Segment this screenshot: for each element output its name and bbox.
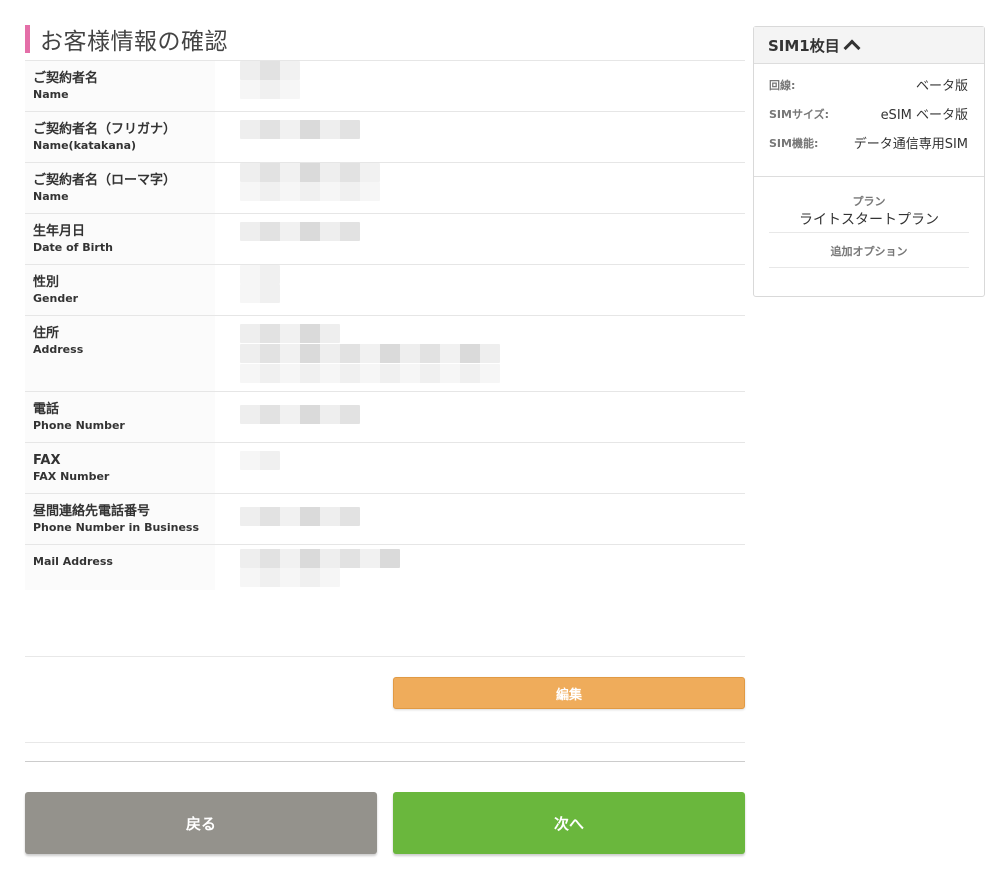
- row-label: 性別 Gender: [25, 265, 215, 315]
- redaction-block: [240, 265, 280, 284]
- page-title: お客様情報の確認: [25, 22, 745, 56]
- redacted-value: [215, 443, 745, 493]
- title-accent-bar: [25, 25, 30, 53]
- info-row-name: ご契約者名 Name: [25, 60, 745, 111]
- plan-label: プラン: [852, 195, 886, 208]
- redaction-block: [240, 284, 280, 303]
- redaction-block: [240, 507, 360, 526]
- label-ja: 性別: [33, 275, 60, 290]
- redaction-block: [240, 163, 380, 182]
- redaction-block: [240, 80, 300, 99]
- label-ja: 住所: [33, 326, 60, 341]
- customer-info-section: お客様情報の確認 ご契約者名 Name ご契約者名（フリガナ） Name(kat…: [25, 22, 745, 590]
- info-row-business-phone: 昼間連絡先電話番号 Phone Number in Business: [25, 493, 745, 544]
- label-ja: 生年月日: [33, 224, 86, 239]
- row-label: Mail Address: [25, 545, 215, 590]
- redaction-block: [240, 222, 360, 241]
- info-row-phone: 電話 Phone Number: [25, 391, 745, 442]
- label-en: Name: [33, 88, 69, 101]
- label-ja: FAX: [33, 453, 61, 468]
- row-label: ご契約者名（ローマ字） Name: [25, 163, 215, 213]
- edit-area: 編集: [25, 656, 745, 743]
- label-en: Mail Address: [33, 555, 113, 568]
- spec-value: ベータ版: [915, 79, 968, 94]
- sim-specs: 回線: ベータ版 SIMサイズ: eSIM ベータ版 SIM機能: データ通信専…: [754, 64, 984, 177]
- next-button[interactable]: 次へ: [393, 792, 745, 854]
- label-en: Phone Number in Business: [33, 521, 200, 534]
- redaction-block: [240, 120, 360, 139]
- info-row-mail: Mail Address: [25, 544, 745, 590]
- label-ja: ご契約者名: [33, 71, 99, 86]
- label-ja: 昼間連絡先電話番号: [33, 504, 151, 519]
- spec-key: 回線:: [769, 78, 796, 92]
- redaction-block: [240, 182, 380, 201]
- sim-panel-title: SIM1枚目: [768, 36, 840, 55]
- row-label: 住所 Address: [25, 316, 215, 391]
- redacted-value: [215, 265, 745, 315]
- redaction-block: [240, 344, 500, 363]
- row-label: 生年月日 Date of Birth: [25, 214, 215, 264]
- redaction-block: [240, 568, 340, 587]
- spec-row-line: 回線: ベータ版: [769, 70, 968, 99]
- info-row-fax: FAX FAX Number: [25, 442, 745, 493]
- label-en: Name(katakana): [33, 139, 137, 152]
- spec-value: データ通信専用SIM: [853, 137, 968, 152]
- redaction-block: [240, 364, 500, 383]
- option-label: 追加オプション: [769, 233, 969, 268]
- plan-section: プラン ライトスタートプラン 追加オプション: [754, 177, 984, 268]
- row-label: 電話 Phone Number: [25, 392, 215, 442]
- spec-key: SIM機能:: [769, 136, 819, 150]
- redacted-value: [215, 392, 745, 442]
- redaction-block: [240, 324, 340, 343]
- chevron-up-icon[interactable]: [843, 39, 861, 57]
- label-en: Gender: [33, 292, 79, 305]
- label-en: Date of Birth: [33, 241, 113, 254]
- edit-button[interactable]: 編集: [393, 677, 745, 709]
- redacted-value: [215, 112, 745, 162]
- redaction-block: [240, 61, 300, 80]
- sim-summary-panel: SIM1枚目 回線: ベータ版 SIMサイズ: eSIM ベータ版 SIM機能:…: [753, 26, 985, 297]
- row-label: ご契約者名（フリガナ） Name(katakana): [25, 112, 215, 162]
- redacted-value: [215, 545, 745, 590]
- redacted-value: [215, 494, 745, 544]
- redaction-block: [240, 405, 360, 424]
- row-label: ご契約者名 Name: [25, 61, 215, 111]
- row-label: FAX FAX Number: [25, 443, 215, 493]
- spec-row-function: SIM機能: データ通信専用SIM: [769, 128, 968, 157]
- redacted-value: [215, 214, 745, 264]
- label-en: Phone Number: [33, 419, 125, 432]
- label-en: FAX Number: [33, 470, 110, 483]
- label-ja: ご契約者名（フリガナ）: [33, 122, 177, 137]
- redaction-block: [240, 451, 280, 470]
- spec-key: SIMサイズ:: [769, 107, 830, 121]
- label-en: Name: [33, 190, 69, 203]
- label-en: Address: [33, 343, 84, 356]
- sim-panel-header[interactable]: SIM1枚目: [754, 27, 984, 64]
- redacted-value: [215, 163, 745, 213]
- info-row-katakana: ご契約者名（フリガナ） Name(katakana): [25, 111, 745, 162]
- info-row-romaji: ご契約者名（ローマ字） Name: [25, 162, 745, 213]
- page-title-text: お客様情報の確認: [40, 29, 228, 55]
- spec-value: eSIM ベータ版: [880, 108, 968, 123]
- redacted-value: [215, 61, 745, 111]
- redaction-block: [240, 549, 400, 568]
- info-row-address: 住所 Address: [25, 315, 745, 391]
- plan-name: ライトスタートプラン: [769, 209, 969, 233]
- back-button[interactable]: 戻る: [25, 792, 377, 854]
- label-ja: ご契約者名（ローマ字）: [33, 173, 177, 188]
- divider: [25, 761, 745, 762]
- info-row-birth: 生年月日 Date of Birth: [25, 213, 745, 264]
- info-row-gender: 性別 Gender: [25, 264, 745, 315]
- redacted-value: [215, 316, 745, 391]
- row-label: 昼間連絡先電話番号 Phone Number in Business: [25, 494, 215, 544]
- label-ja: 電話: [33, 402, 60, 417]
- spec-row-size: SIMサイズ: eSIM ベータ版: [769, 99, 968, 128]
